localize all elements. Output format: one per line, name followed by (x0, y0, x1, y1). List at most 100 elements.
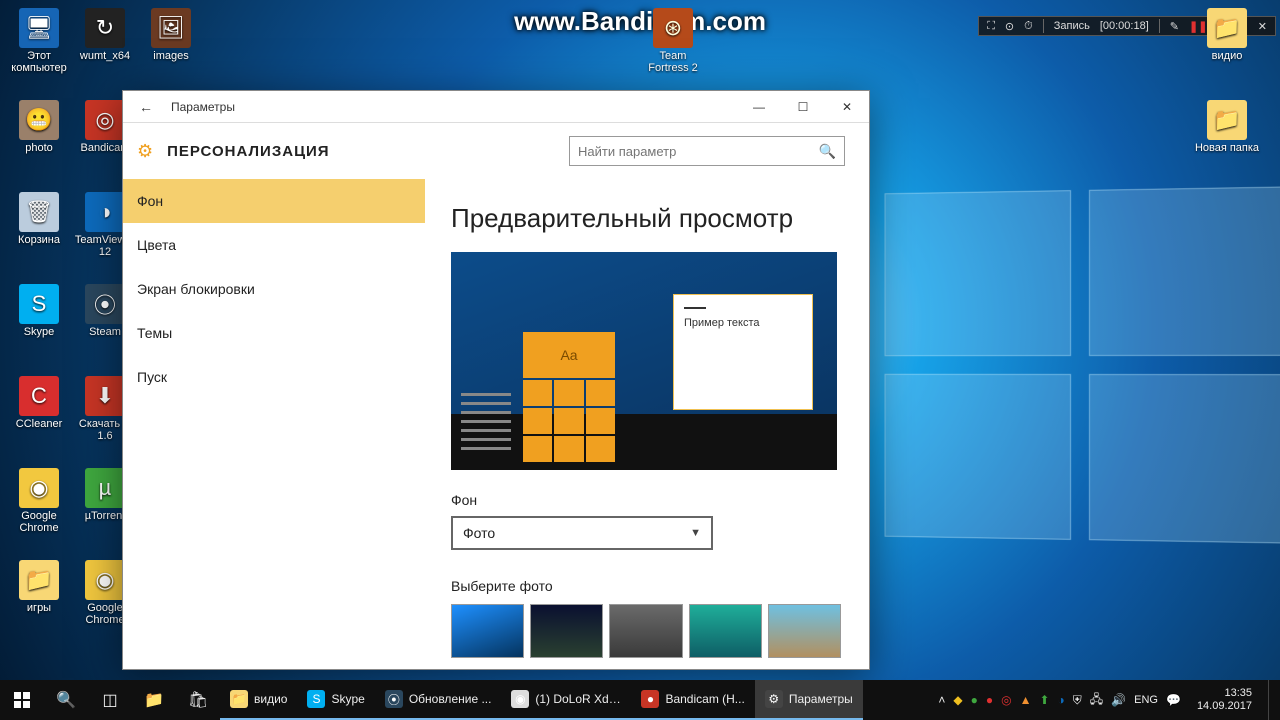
choose-photo-label: Выберите фото (451, 578, 841, 594)
desktop-icon-tf2[interactable]: ⊛ Team Fortress 2 (640, 4, 706, 92)
action-center-icon[interactable]: 💬 (1166, 693, 1181, 707)
desktop-icon-label: images (153, 50, 188, 62)
desktop-icon[interactable]: 😬photo (6, 96, 72, 184)
sidebar-item[interactable]: Пуск (123, 355, 425, 399)
search-button[interactable]: 🔍 (44, 680, 88, 720)
desktop-icon[interactable]: C CCleaner (6, 372, 72, 460)
sidebar-item[interactable]: Темы (123, 311, 425, 355)
desktop-icon[interactable]: 🗑Корзина (6, 188, 72, 276)
desktop-icon-label: игры (27, 602, 51, 614)
desktop-icon-label: photo (25, 142, 53, 154)
sidebar-item[interactable]: Фон (123, 179, 425, 223)
desktop-icon[interactable]: 🖥Этот компьютер (6, 4, 72, 92)
sidebar-item[interactable]: Цвета (123, 223, 425, 267)
photo-thumb[interactable] (530, 604, 603, 658)
desktop-icon-label: Steam (89, 326, 121, 338)
chevron-down-icon: ▼ (690, 527, 701, 539)
language-indicator[interactable]: ENG (1134, 694, 1158, 706)
app-icon: 🖥 (19, 8, 59, 48)
desktop-icon[interactable]: ↻wumt_x64 (72, 4, 138, 92)
desktop-icon[interactable]: ◉Google Chrome (6, 464, 72, 552)
tray-icon[interactable]: ● (986, 693, 993, 707)
photo-thumb[interactable] (689, 604, 762, 658)
desktop-icon-label: Корзина (18, 234, 60, 246)
app-icon: C (19, 376, 59, 416)
minimize-button[interactable]: — (737, 91, 781, 123)
settings-content[interactable]: Предварительный просмотр Пример текста A… (425, 179, 869, 669)
app-icon: µ (85, 468, 125, 508)
tray-icon[interactable]: ⬆ (1039, 693, 1049, 707)
desktop-icon-label: Skype (24, 326, 55, 338)
tray-chevron-icon[interactable]: ˄ (938, 693, 945, 707)
taskbar-app[interactable]: ⦿Обновление ... (375, 680, 502, 720)
tray-icon[interactable]: ⛨ (1073, 693, 1082, 708)
gear-icon: ⚙ (137, 141, 153, 162)
settings-sidebar: ФонЦветаЭкран блокировкиТемыПуск (123, 179, 425, 669)
combobox-value: Фото (463, 525, 495, 541)
app-icon: ⦿ (85, 284, 125, 324)
tray-icon[interactable]: ▲ (1020, 693, 1032, 707)
close-button[interactable]: ✕ (825, 91, 869, 123)
back-button[interactable]: ← (139, 99, 153, 115)
clock-date: 14.09.2017 (1197, 700, 1252, 713)
taskbar[interactable]: 🔍 ◫ 📁 🛍 📁видиоSSkype⦿Обновление ...◉(1) … (0, 680, 1280, 720)
tray-icon[interactable]: ◑ (1058, 693, 1065, 707)
tray-icon[interactable]: ◆ (953, 693, 962, 707)
search-icon: 🔍 (819, 143, 836, 160)
desktop-icon[interactable]: 📁 Новая папка (1194, 96, 1260, 184)
desktop-icon-label: Новая папка (1195, 142, 1259, 154)
taskbar-app[interactable]: 📁видио (220, 680, 297, 720)
taskbar-app[interactable]: SSkype (297, 680, 374, 720)
desktop-icon-label: Google Chrome (6, 510, 72, 534)
desktop-icon-label: Этот компьютер (6, 50, 72, 74)
photo-thumb[interactable] (451, 604, 524, 658)
tray-icon[interactable]: ◎ (1001, 693, 1011, 707)
background-combobox[interactable]: Фото ▼ (451, 516, 713, 550)
desktop-icon-label: CCleaner (16, 418, 62, 430)
desktop-icon-label: видио (1212, 50, 1243, 62)
desktop-icon[interactable]: 📁игры (6, 556, 72, 644)
timer-icon[interactable]: ⏱ (1024, 20, 1033, 33)
taskview-button[interactable]: ◫ (88, 680, 132, 720)
app-icon: S (19, 284, 59, 324)
preview-tiles: Aa (523, 332, 615, 462)
show-desktop-button[interactable] (1268, 680, 1274, 720)
window-title: Параметры (171, 100, 235, 114)
titlebar[interactable]: ← Параметры — ☐ ✕ (123, 91, 869, 123)
taskbar-app-label: Bandicam (Н... (665, 692, 744, 706)
folder-icon: 📁 (1207, 8, 1247, 48)
search-field[interactable] (578, 144, 808, 159)
start-button[interactable] (0, 680, 44, 720)
desktop-icon[interactable]: 📁 видио (1194, 4, 1260, 92)
preview-list (461, 387, 511, 456)
app-icon: ⬇ (85, 376, 125, 416)
network-icon[interactable]: 🖧 (1090, 690, 1103, 711)
app-icon: ◉ (511, 690, 529, 708)
taskbar-app[interactable]: ⚙Параметры (755, 680, 863, 720)
fullscreen-icon[interactable]: ⛶ (987, 20, 995, 33)
search-input[interactable]: 🔍 (569, 136, 845, 166)
background-label: Фон (451, 492, 841, 508)
taskbar-app[interactable]: ◉(1) DoLoR Xd ... (501, 680, 631, 720)
system-tray[interactable]: ˄ ◆ ● ● ◎ ▲ ⬆ ◑ ⛨ 🖧 🔊 ENG 💬 13:35 14.09.… (928, 680, 1280, 720)
magnify-icon[interactable]: ⊙ (1005, 20, 1014, 33)
app-icon: ● (641, 690, 659, 708)
desktop-icon[interactable]: 🖼images (138, 4, 204, 92)
photo-thumb[interactable] (609, 604, 682, 658)
store-button[interactable]: 🛍 (176, 680, 220, 720)
page-title: ПЕРСОНАЛИЗАЦИЯ (167, 143, 329, 160)
clock-time: 13:35 (1197, 687, 1252, 700)
app-icon: 📁 (230, 690, 248, 708)
desktop-icon[interactable]: S Skype (6, 280, 72, 368)
pencil-icon[interactable]: ✎ (1170, 20, 1179, 33)
taskbar-clock[interactable]: 13:35 14.09.2017 (1189, 687, 1260, 712)
tray-icon[interactable]: ● (971, 693, 978, 707)
volume-icon[interactable]: 🔊 (1111, 693, 1126, 707)
taskbar-app[interactable]: ● Bandicam (Н... (631, 680, 754, 720)
explorer-button[interactable]: 📁 (132, 680, 176, 720)
desktop-icon-label: µTorrent (85, 510, 126, 522)
folder-icon: 📁 (1207, 100, 1247, 140)
maximize-button[interactable]: ☐ (781, 91, 825, 123)
sidebar-item[interactable]: Экран блокировки (123, 267, 425, 311)
photo-thumb[interactable] (768, 604, 841, 658)
